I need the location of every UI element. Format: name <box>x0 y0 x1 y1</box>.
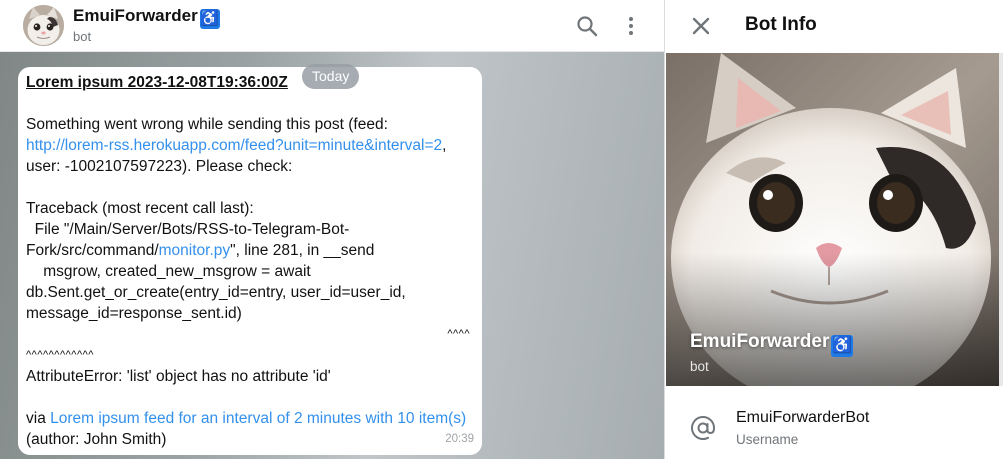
error-line: AttributeError: 'list' object has no att… <box>26 368 331 385</box>
username-value: EmuiForwarderBot <box>736 409 870 426</box>
date-badge: Today <box>302 64 360 89</box>
photo-name-row: EmuiForwarder ♿ <box>690 331 854 357</box>
message-time: 20:39 <box>445 433 474 445</box>
panel-title: Bot Info <box>745 14 817 35</box>
panel-header: Bot Info <box>665 0 1003 52</box>
chat-subtitle: bot <box>73 29 92 44</box>
bot-name: EmuiForwarder ♿ <box>690 331 854 357</box>
message-user-line: user: -1002107597223). Please check: <box>26 158 293 175</box>
more-vertical-icon[interactable] <box>619 14 643 38</box>
traceback-line: db.Sent.get_or_create(entry_id=entry, us… <box>26 284 406 301</box>
message-title[interactable]: Lorem ipsum 2023-12-08T19:36:00Z <box>26 74 288 91</box>
feed-title-link[interactable]: Lorem ipsum feed for an interval of 2 mi… <box>50 410 466 427</box>
traceback-caret: ^^^^^^^^^^^^ <box>26 349 94 361</box>
close-icon[interactable] <box>688 13 714 39</box>
chat-header[interactable]: EmuiForwarder ♿ bot <box>0 0 664 52</box>
traceback-line: msgrow, created_new_msgrow = await <box>26 263 311 280</box>
profile-photo[interactable]: EmuiForwarder ♿ bot <box>666 53 999 386</box>
chat-title-row[interactable]: EmuiForwarder ♿ <box>73 6 220 29</box>
traceback-line: Fork/src/command/monitor.py", line 281, … <box>26 242 375 259</box>
chat-area: 20:3 Today Lorem ipsum 2023-12-08T19:36:… <box>0 0 664 459</box>
scrollbar[interactable] <box>999 53 1003 386</box>
traceback-line: Traceback (most recent call last): <box>26 200 254 217</box>
traceback-line: message_id=response_sent.id) <box>26 305 242 322</box>
username-row[interactable]: EmuiForwarderBot Username <box>665 398 1003 458</box>
traceback-line: File "/Main/Server/Bots/RSS-to-Telegram-… <box>26 221 350 238</box>
via-line: via Lorem ipsum feed for an interval of … <box>26 410 467 448</box>
message-error-line: Something went wrong while sending this … <box>26 116 447 154</box>
message-bubble: Lorem ipsum 2023-12-08T19:36:00Z Somethi… <box>18 67 482 455</box>
search-icon[interactable] <box>575 14 599 38</box>
bot-subtitle: bot <box>690 359 709 374</box>
wheelchair-emoji-icon: ♿ <box>831 335 854 357</box>
chat-title: EmuiForwarder ♿ <box>73 6 220 29</box>
feed-link[interactable]: http://lorem-rss.herokuapp.com/feed?unit… <box>26 137 442 154</box>
username-label: Username <box>736 432 799 447</box>
traceback-caret: ^^^^ <box>447 328 470 340</box>
at-icon <box>691 416 716 440</box>
monitor-py-link[interactable]: monitor.py <box>159 242 231 259</box>
avatar[interactable] <box>23 5 64 46</box>
wheelchair-emoji-icon: ♿ <box>199 9 220 29</box>
bot-info-panel: Bot Info EmuiForwarder ♿ bot EmuiForward… <box>664 0 1003 459</box>
